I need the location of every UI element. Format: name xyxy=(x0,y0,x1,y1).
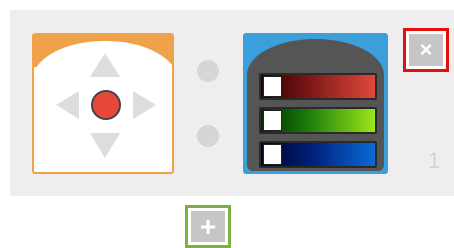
arrow-left-icon xyxy=(56,91,79,119)
blue-slider-knob[interactable] xyxy=(263,144,282,165)
add-button[interactable]: + xyxy=(185,205,231,248)
arrow-up-icon xyxy=(90,53,120,77)
arrow-right-icon xyxy=(133,91,156,119)
red-slider-knob[interactable] xyxy=(263,76,282,97)
green-slider-knob[interactable] xyxy=(263,110,282,131)
dpad-icon xyxy=(56,53,156,158)
close-button[interactable]: × xyxy=(403,28,449,72)
connection-dot-bottom xyxy=(197,125,219,147)
green-slider[interactable] xyxy=(259,107,377,134)
direction-pad-block[interactable] xyxy=(32,33,174,174)
blue-slider[interactable] xyxy=(259,141,377,168)
close-icon: × xyxy=(419,37,433,62)
dpad-center-icon xyxy=(91,90,121,120)
slot-number: 1 xyxy=(428,148,441,173)
plus-icon: + xyxy=(199,210,217,242)
color-slider-block[interactable] xyxy=(243,33,388,174)
connection-dot-top xyxy=(197,60,219,82)
rgb-sliders-icon xyxy=(247,39,384,171)
arrow-down-icon xyxy=(90,133,120,158)
red-slider[interactable] xyxy=(259,73,377,100)
